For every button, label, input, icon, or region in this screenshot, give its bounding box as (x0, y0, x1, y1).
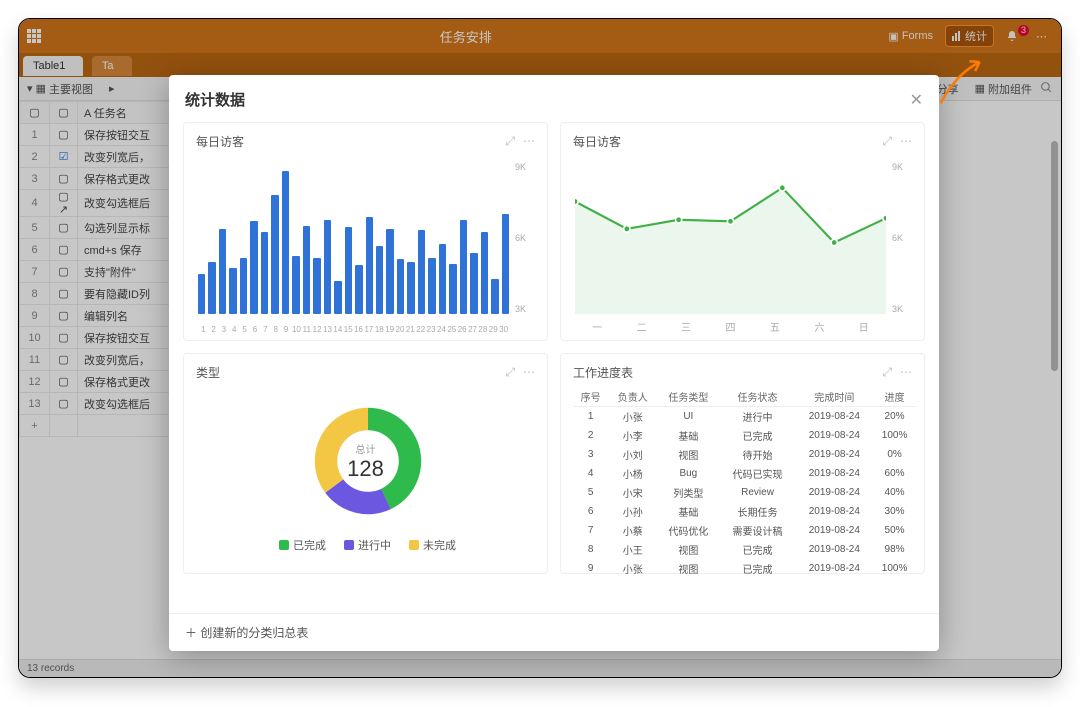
bar-chart-title: 每日访客 (196, 133, 244, 150)
donut-center-value: 128 (184, 456, 547, 482)
progress-table: 序号负责人任务类型任务状态完成时间进度 1小张UI进行中2019-08-2420… (573, 387, 916, 578)
donut-center-label: 总计 (184, 441, 547, 456)
bar-chart (198, 162, 509, 314)
stats-modal: 统计数据 ✕ 每日访客 ⤢ ⋯ 1234567891011121314151617… (169, 75, 939, 651)
more-icon[interactable]: ⋯ (523, 134, 535, 149)
create-chart-button[interactable]: ＋ 创建新的分类归总表 (169, 613, 939, 651)
bar-y-axis: 9K6K3K (515, 162, 541, 314)
expand-icon[interactable]: ⤢ (882, 365, 892, 380)
progress-table-title: 工作进度表 (573, 364, 633, 381)
card-bar-chart: 每日访客 ⤢ ⋯ 12345678910111213141516171819202… (183, 122, 548, 341)
bar-x-axis: 1234567891011121314151617181920212223242… (198, 325, 509, 334)
more-icon[interactable]: ⋯ (900, 365, 912, 380)
more-icon[interactable]: ⋯ (523, 365, 535, 380)
expand-icon[interactable]: ⤢ (505, 134, 515, 149)
more-icon[interactable]: ⋯ (900, 134, 912, 149)
expand-icon[interactable]: ⤢ (882, 134, 892, 149)
card-progress-table: 工作进度表 ⤢⋯ 序号负责人任务类型任务状态完成时间进度 1小张UI进行中201… (560, 353, 925, 574)
donut-center: 总计 128 (184, 441, 547, 482)
line-y-axis: 9K6K3K (892, 162, 918, 314)
card-line-chart: 每日访客 ⤢ ⋯ 一二三四五六日 9K6K3K (560, 122, 925, 341)
line-chart-title: 每日访客 (573, 133, 621, 150)
donut-legend: 已完成进行中未完成 (279, 537, 456, 553)
donut-chart-title: 类型 (196, 364, 220, 381)
card-donut-chart: 类型 ⤢ ⋯ 总计 128 已完成进行中未完成 (183, 353, 548, 574)
line-x-axis: 一二三四五六日 (575, 319, 886, 334)
close-icon[interactable]: ✕ (910, 90, 923, 110)
create-chart-label: 创建新的分类归总表 (200, 626, 308, 640)
line-chart (575, 162, 886, 314)
modal-title: 统计数据 (185, 89, 245, 110)
expand-icon[interactable]: ⤢ (505, 365, 515, 380)
